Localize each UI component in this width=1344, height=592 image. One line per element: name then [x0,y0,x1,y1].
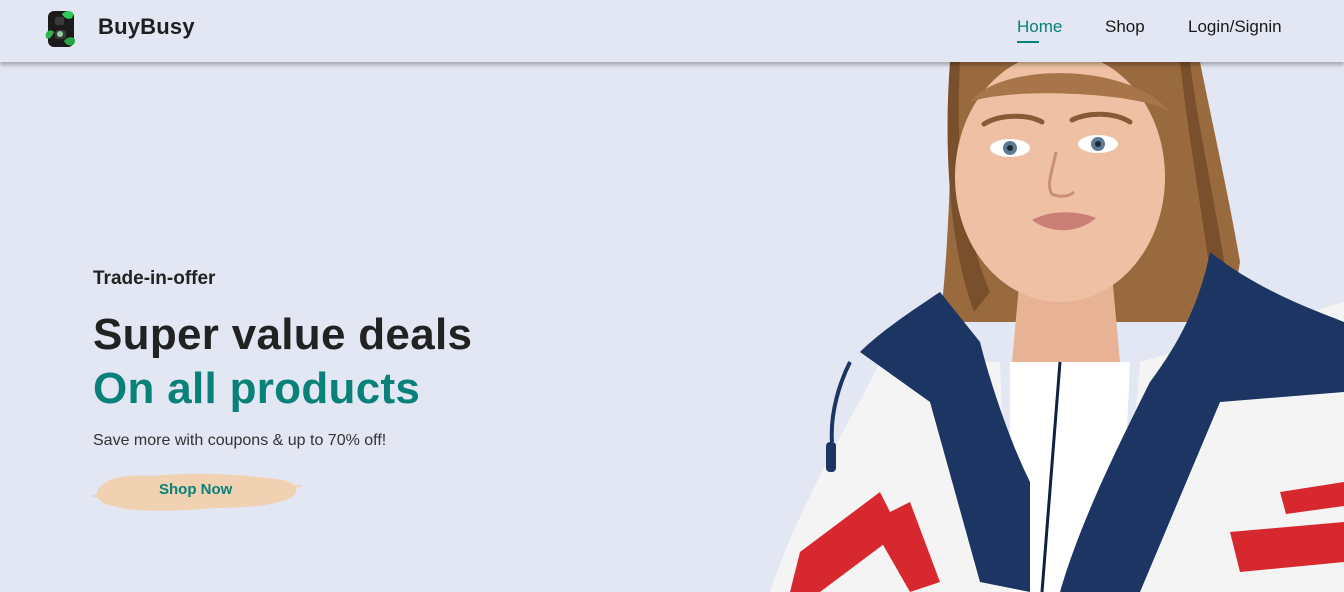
shop-now-label: Shop Now [159,481,233,498]
hero-headline-accent: On all products [93,364,421,413]
nav-shop-label: Shop [1105,17,1145,36]
hero-headline-primary: Super value deals [93,310,473,359]
active-nav-underline [1017,41,1039,43]
nav-home-label: Home [1017,17,1063,36]
nav-shop[interactable]: Shop [1105,17,1145,37]
shop-now-button[interactable]: Shop Now [93,466,303,516]
hero-subtext: Save more with coupons & up to 70% off! [93,432,387,449]
navbar: BuyBusy Home Shop Login/Signin [0,0,1344,62]
main-nav: Home Shop Login/Signin [0,17,1344,47]
hero-section: Trade-in-offer Super value deals On all … [0,62,1344,592]
nav-login-signin[interactable]: Login/Signin [1188,17,1282,37]
hero-model-image [760,62,1344,592]
nav-login-label: Login/Signin [1188,17,1282,36]
nav-home[interactable]: Home [1017,17,1063,43]
hero-eyebrow: Trade-in-offer [93,268,216,289]
